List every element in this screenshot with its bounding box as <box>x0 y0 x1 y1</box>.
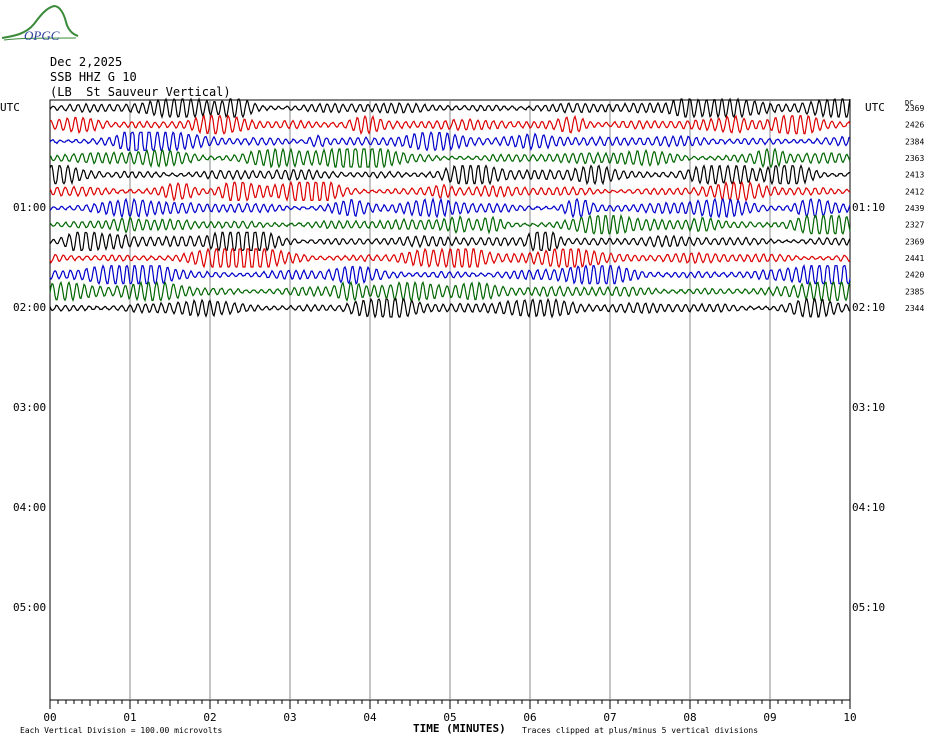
x-tick-label: 08 <box>683 711 696 724</box>
left-hour-label: 05:00 <box>13 601 46 614</box>
x-tick-label: 10 <box>843 711 856 724</box>
right-hour-label: 05:10 <box>852 601 885 614</box>
x-axis-title: TIME (MINUTES) <box>413 722 506 735</box>
dc-offset-label: 2426 <box>905 121 924 130</box>
left-hour-label: 04:00 <box>13 501 46 514</box>
dc-offset-label: 2363 <box>905 154 924 163</box>
left-hour-label: 02:00 <box>13 301 46 314</box>
vertical-division-note: Each Vertical Division = 100.00 microvol… <box>20 726 222 735</box>
dc-offset-label: 2413 <box>905 171 924 180</box>
x-tick-label: 09 <box>763 711 776 724</box>
right-hour-label: 02:10 <box>852 301 885 314</box>
dc-offset-label: 2385 <box>905 287 924 296</box>
dc-offset-label: 2384 <box>905 137 924 146</box>
x-tick-label: 06 <box>523 711 536 724</box>
right-hour-label: 03:10 <box>852 401 885 414</box>
dc-header-label: DC <box>905 99 913 107</box>
dc-offset-label: 2420 <box>905 271 924 280</box>
left-utc-label: UTC <box>0 101 20 114</box>
dc-offset-label: 2327 <box>905 221 924 230</box>
x-tick-label: 02 <box>203 711 216 724</box>
x-tick-label: 01 <box>123 711 136 724</box>
dc-offset-label: 2344 <box>905 304 924 313</box>
right-hour-label: 01:10 <box>852 201 885 214</box>
x-tick-label: 00 <box>43 711 56 724</box>
dc-offset-label: 2439 <box>905 204 924 213</box>
clipping-note: Traces clipped at plus/minus 5 vertical … <box>522 726 758 735</box>
right-hour-label: 04:10 <box>852 501 885 514</box>
x-tick-label: 03 <box>283 711 296 724</box>
left-hour-label: 01:00 <box>13 201 46 214</box>
dc-offset-label: 2369 <box>905 237 924 246</box>
dc-offset-label: 2441 <box>905 254 924 263</box>
helicorder-plot: 00 01 02 03 04 05 06 07 08 09 10236924262384236324… <box>0 97 924 735</box>
x-tick-label: 07 <box>603 711 616 724</box>
right-utc-label: UTC <box>865 101 885 114</box>
left-hour-label: 03:00 <box>13 401 46 414</box>
dc-offset-label: 2412 <box>905 187 924 196</box>
x-tick-label: 04 <box>363 711 377 724</box>
